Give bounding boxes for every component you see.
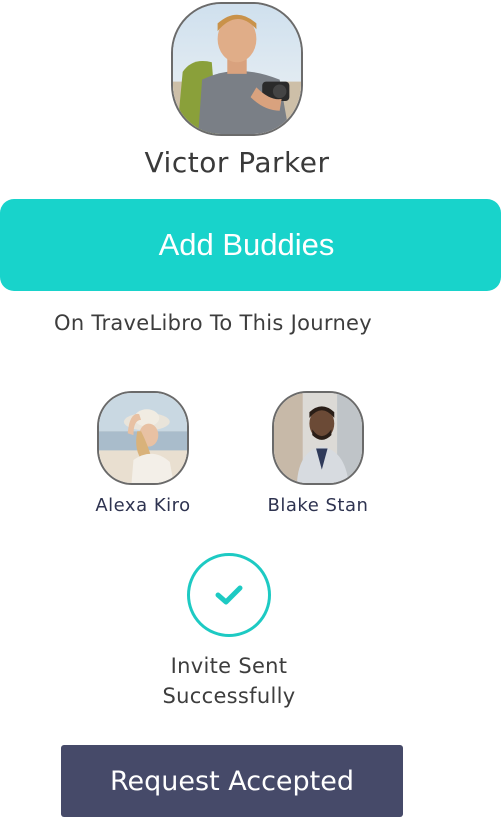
profile-photo	[274, 393, 362, 483]
profile-photo	[99, 393, 187, 483]
add-buddies-button[interactable]: Add Buddies	[0, 199, 501, 291]
check-icon	[215, 585, 243, 605]
profile-avatar	[171, 2, 303, 136]
buddy-name: Blake Stan	[267, 495, 369, 516]
buddy-avatar	[272, 391, 364, 485]
profile-photo	[173, 4, 301, 134]
buddy-item[interactable]: Blake Stan	[248, 391, 388, 516]
invite-status-line: Invite Sent	[170, 654, 288, 678]
buddy-item[interactable]: Alexa Kiro	[73, 391, 213, 516]
buddy-avatar	[97, 391, 189, 485]
request-accepted-button[interactable]: Request Accepted	[61, 745, 403, 817]
buddy-name: Alexa Kiro	[95, 495, 191, 516]
profile-name: Victor Parker	[144, 146, 330, 179]
success-check	[187, 553, 271, 637]
subtitle-text: On TraveLibro To This Journey	[54, 311, 373, 335]
invite-status: Invite Sent Successfully	[129, 651, 329, 711]
invite-status-line: Successfully	[162, 684, 296, 708]
